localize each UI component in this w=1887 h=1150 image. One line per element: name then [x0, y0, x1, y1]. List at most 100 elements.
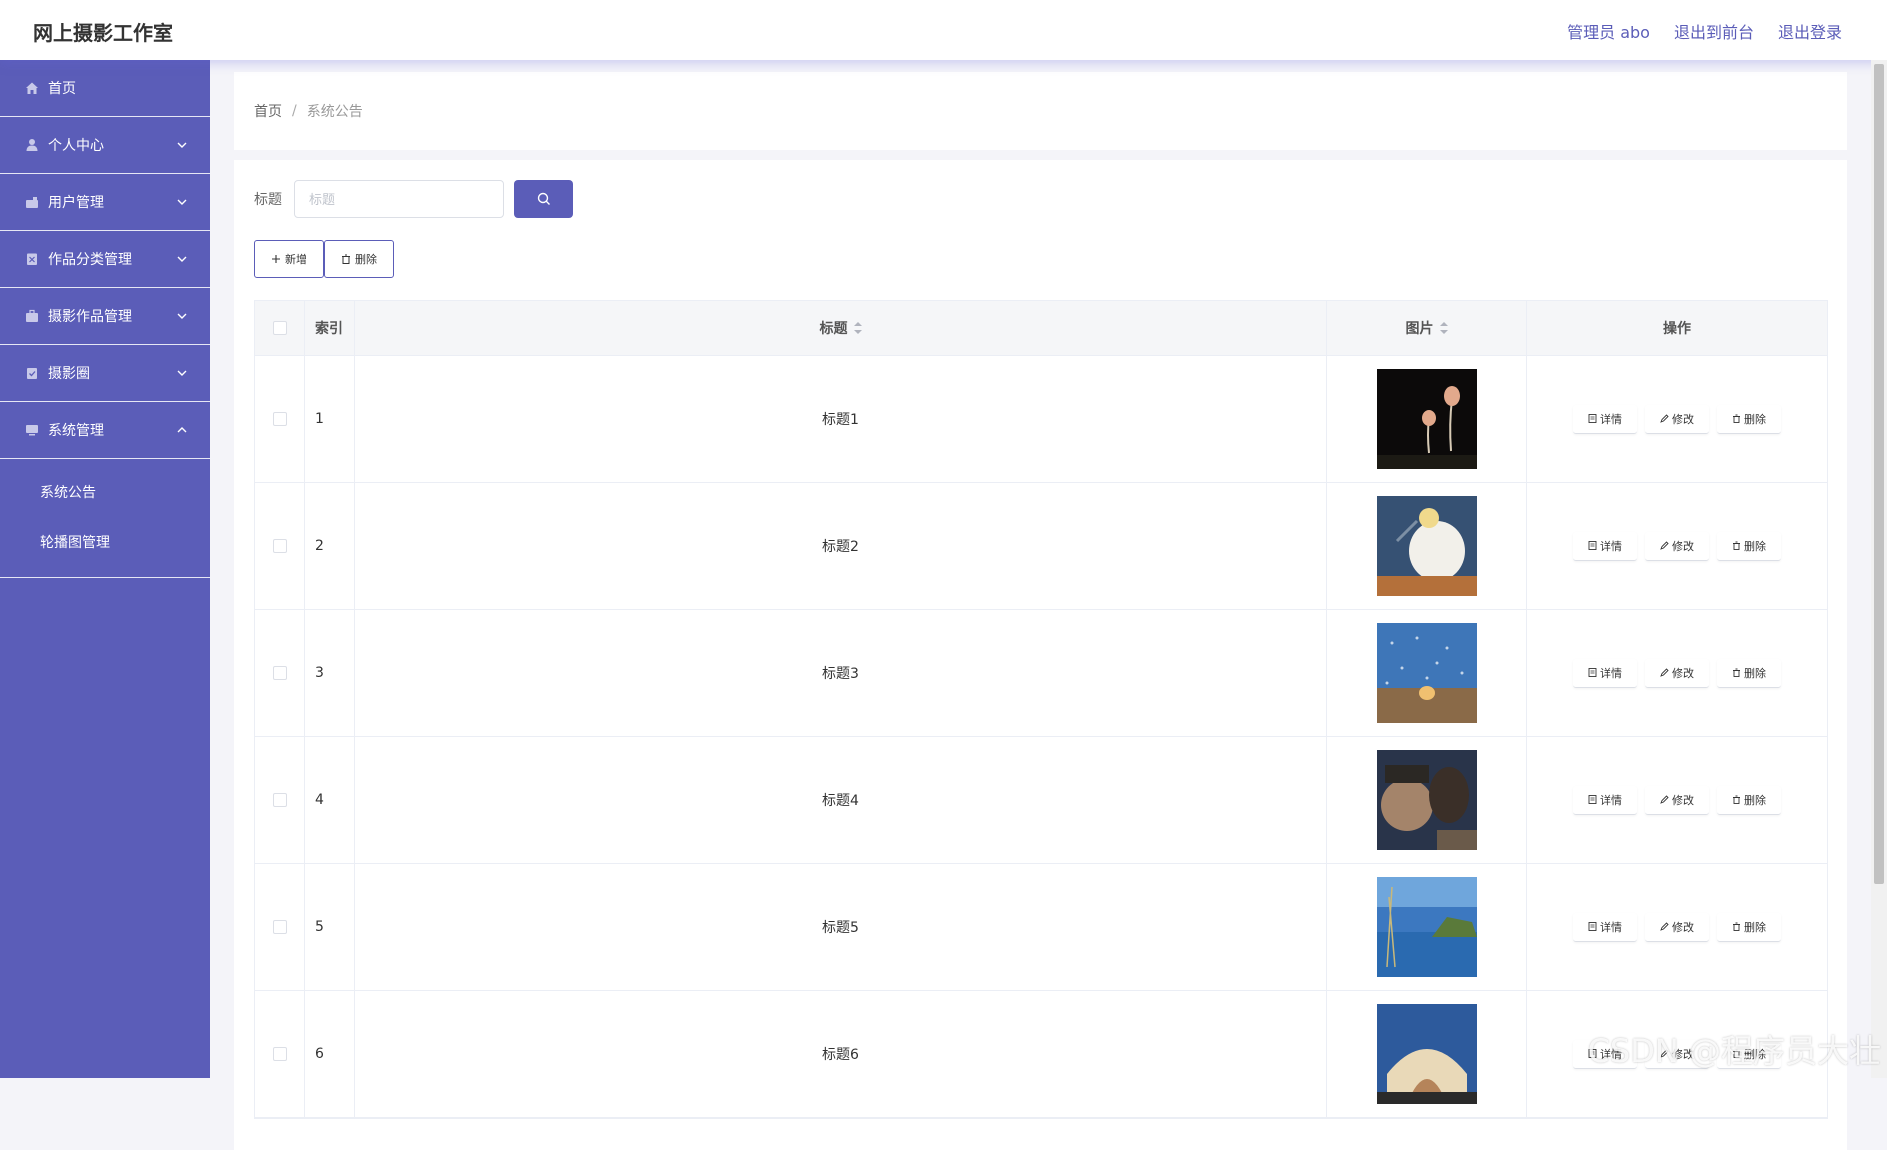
detail-button[interactable]: 详情 — [1573, 786, 1637, 815]
trash-icon — [1732, 414, 1741, 423]
edit-button[interactable]: 修改 — [1645, 659, 1709, 688]
row-checkbox[interactable] — [272, 1047, 287, 1061]
document-icon — [1588, 795, 1597, 804]
sidebar-item-personal-center[interactable]: 个人中心 — [0, 117, 210, 174]
plus-icon — [271, 254, 281, 264]
logout-link[interactable]: 退出登录 — [1778, 19, 1842, 43]
top-header: 网上摄影工作室 管理员 abo 退出到前台 退出登录 — [0, 0, 1887, 60]
header-index: 索引 — [305, 301, 355, 355]
scrollbar-thumb[interactable] — [1874, 64, 1884, 884]
sort-icon[interactable] — [853, 322, 862, 334]
row-checkbox[interactable] — [272, 793, 287, 807]
delete-label: 删除 — [1744, 412, 1766, 426]
bulk-delete-button[interactable]: 删除 — [324, 240, 394, 278]
sidebar-item-label: 摄影圈 — [48, 366, 90, 382]
breadcrumb-separator: / — [292, 103, 297, 119]
row-index: 5 — [305, 864, 355, 990]
edit-label: 修改 — [1672, 793, 1694, 807]
row-title: 标题1 — [355, 356, 1327, 482]
header-image[interactable]: 图片 — [1327, 301, 1527, 355]
row-image-cell — [1327, 356, 1527, 482]
sidebar-item-carousel-management[interactable]: 轮播图管理 — [0, 517, 210, 567]
main-content: 首页 / 系统公告 标题 新增 删除 索引 标题 — [234, 72, 1847, 1150]
page-scrollbar[interactable] — [1871, 60, 1887, 1078]
row-index: 3 — [305, 610, 355, 736]
sidebar-item-category-management[interactable]: 作品分类管理 — [0, 231, 210, 288]
back-to-frontend-link[interactable]: 退出到前台 — [1674, 19, 1754, 43]
search-label: 标题 — [254, 192, 282, 208]
sidebar-item-label: 用户管理 — [48, 195, 104, 211]
row-image-cell — [1327, 864, 1527, 990]
row-title: 标题6 — [355, 991, 1327, 1117]
detail-button[interactable]: 详情 — [1573, 913, 1637, 942]
row-ops-cell: 详情 修改 删除 — [1527, 610, 1827, 736]
sidebar-item-home[interactable]: 首页 — [0, 60, 210, 117]
photo-thumbnail — [1376, 623, 1477, 723]
row-delete-button[interactable]: 删除 — [1717, 532, 1781, 561]
sidebar-item-works-management[interactable]: 摄影作品管理 — [0, 288, 210, 345]
breadcrumb-current: 系统公告 — [306, 104, 363, 120]
edit-button[interactable]: 修改 — [1645, 913, 1709, 942]
table-row: 5 标题5 详情 修改 删除 — [255, 864, 1827, 991]
sidebar: 首页 个人中心 用户管理 作品分类管理 摄影作品管理 摄影圈 系统管理 系统公告… — [0, 60, 210, 1078]
select-all-checkbox[interactable] — [272, 321, 287, 335]
detail-label: 详情 — [1600, 666, 1622, 680]
document-icon — [1588, 668, 1597, 677]
admin-user-link[interactable]: 管理员 abo — [1567, 19, 1650, 43]
row-index: 4 — [305, 737, 355, 863]
table-row: 1 标题1 详情 修改 删除 — [255, 356, 1827, 483]
sort-icon[interactable] — [1439, 322, 1448, 334]
chevron-down-icon — [177, 142, 187, 148]
edit-icon — [1660, 414, 1669, 423]
row-delete-button[interactable]: 删除 — [1717, 913, 1781, 942]
breadcrumb-home[interactable]: 首页 — [254, 101, 282, 121]
trash-icon — [341, 254, 351, 264]
edit-button[interactable]: 修改 — [1645, 786, 1709, 815]
row-title: 标题4 — [355, 737, 1327, 863]
search-input[interactable] — [294, 180, 504, 218]
row-ops-cell: 详情 修改 删除 — [1527, 356, 1827, 482]
sidebar-item-label: 首页 — [48, 81, 76, 97]
sidebar-item-announcements[interactable]: 系统公告 — [0, 467, 210, 517]
search-bar: 标题 — [254, 180, 1827, 218]
edit-icon — [1660, 668, 1669, 677]
detail-button[interactable]: 详情 — [1573, 659, 1637, 688]
row-checkbox[interactable] — [272, 666, 287, 680]
row-title: 标题3 — [355, 610, 1327, 736]
row-delete-button[interactable]: 删除 — [1717, 659, 1781, 688]
table-row: 3 标题3 详情 修改 删除 — [255, 610, 1827, 737]
row-check-cell — [255, 356, 305, 482]
clipboard-icon — [24, 365, 40, 381]
edit-label: 修改 — [1672, 666, 1694, 680]
add-button[interactable]: 新增 — [254, 240, 324, 278]
row-ops-cell: 详情 修改 删除 — [1527, 864, 1827, 990]
edit-icon — [1660, 541, 1669, 550]
home-icon — [24, 80, 40, 96]
row-title: 标题5 — [355, 864, 1327, 990]
monitor-icon — [24, 422, 40, 438]
sidebar-item-photo-circle[interactable]: 摄影圈 — [0, 345, 210, 402]
sidebar-item-user-management[interactable]: 用户管理 — [0, 174, 210, 231]
action-bar: 新增 删除 — [254, 240, 1827, 278]
detail-button[interactable]: 详情 — [1573, 405, 1637, 434]
row-delete-button[interactable]: 删除 — [1717, 405, 1781, 434]
row-delete-button[interactable]: 删除 — [1717, 786, 1781, 815]
detail-button[interactable]: 详情 — [1573, 532, 1637, 561]
delete-label: 删除 — [1744, 666, 1766, 680]
edit-button[interactable]: 修改 — [1645, 532, 1709, 561]
row-index: 1 — [305, 356, 355, 482]
header-links: 管理员 abo 退出到前台 退出登录 — [1567, 19, 1842, 43]
header-title-label: 标题 — [819, 321, 848, 337]
row-checkbox[interactable] — [272, 539, 287, 553]
edit-button[interactable]: 修改 — [1645, 405, 1709, 434]
row-check-cell — [255, 737, 305, 863]
table-row: 2 标题2 详情 修改 删除 — [255, 483, 1827, 610]
search-button[interactable] — [514, 180, 573, 218]
row-checkbox[interactable] — [272, 412, 287, 426]
row-checkbox[interactable] — [272, 920, 287, 934]
header-title[interactable]: 标题 — [355, 301, 1327, 355]
photo-thumbnail — [1376, 496, 1477, 596]
add-button-label: 新增 — [285, 253, 307, 266]
sidebar-item-system-management[interactable]: 系统管理 — [0, 402, 210, 459]
document-icon — [1588, 922, 1597, 931]
